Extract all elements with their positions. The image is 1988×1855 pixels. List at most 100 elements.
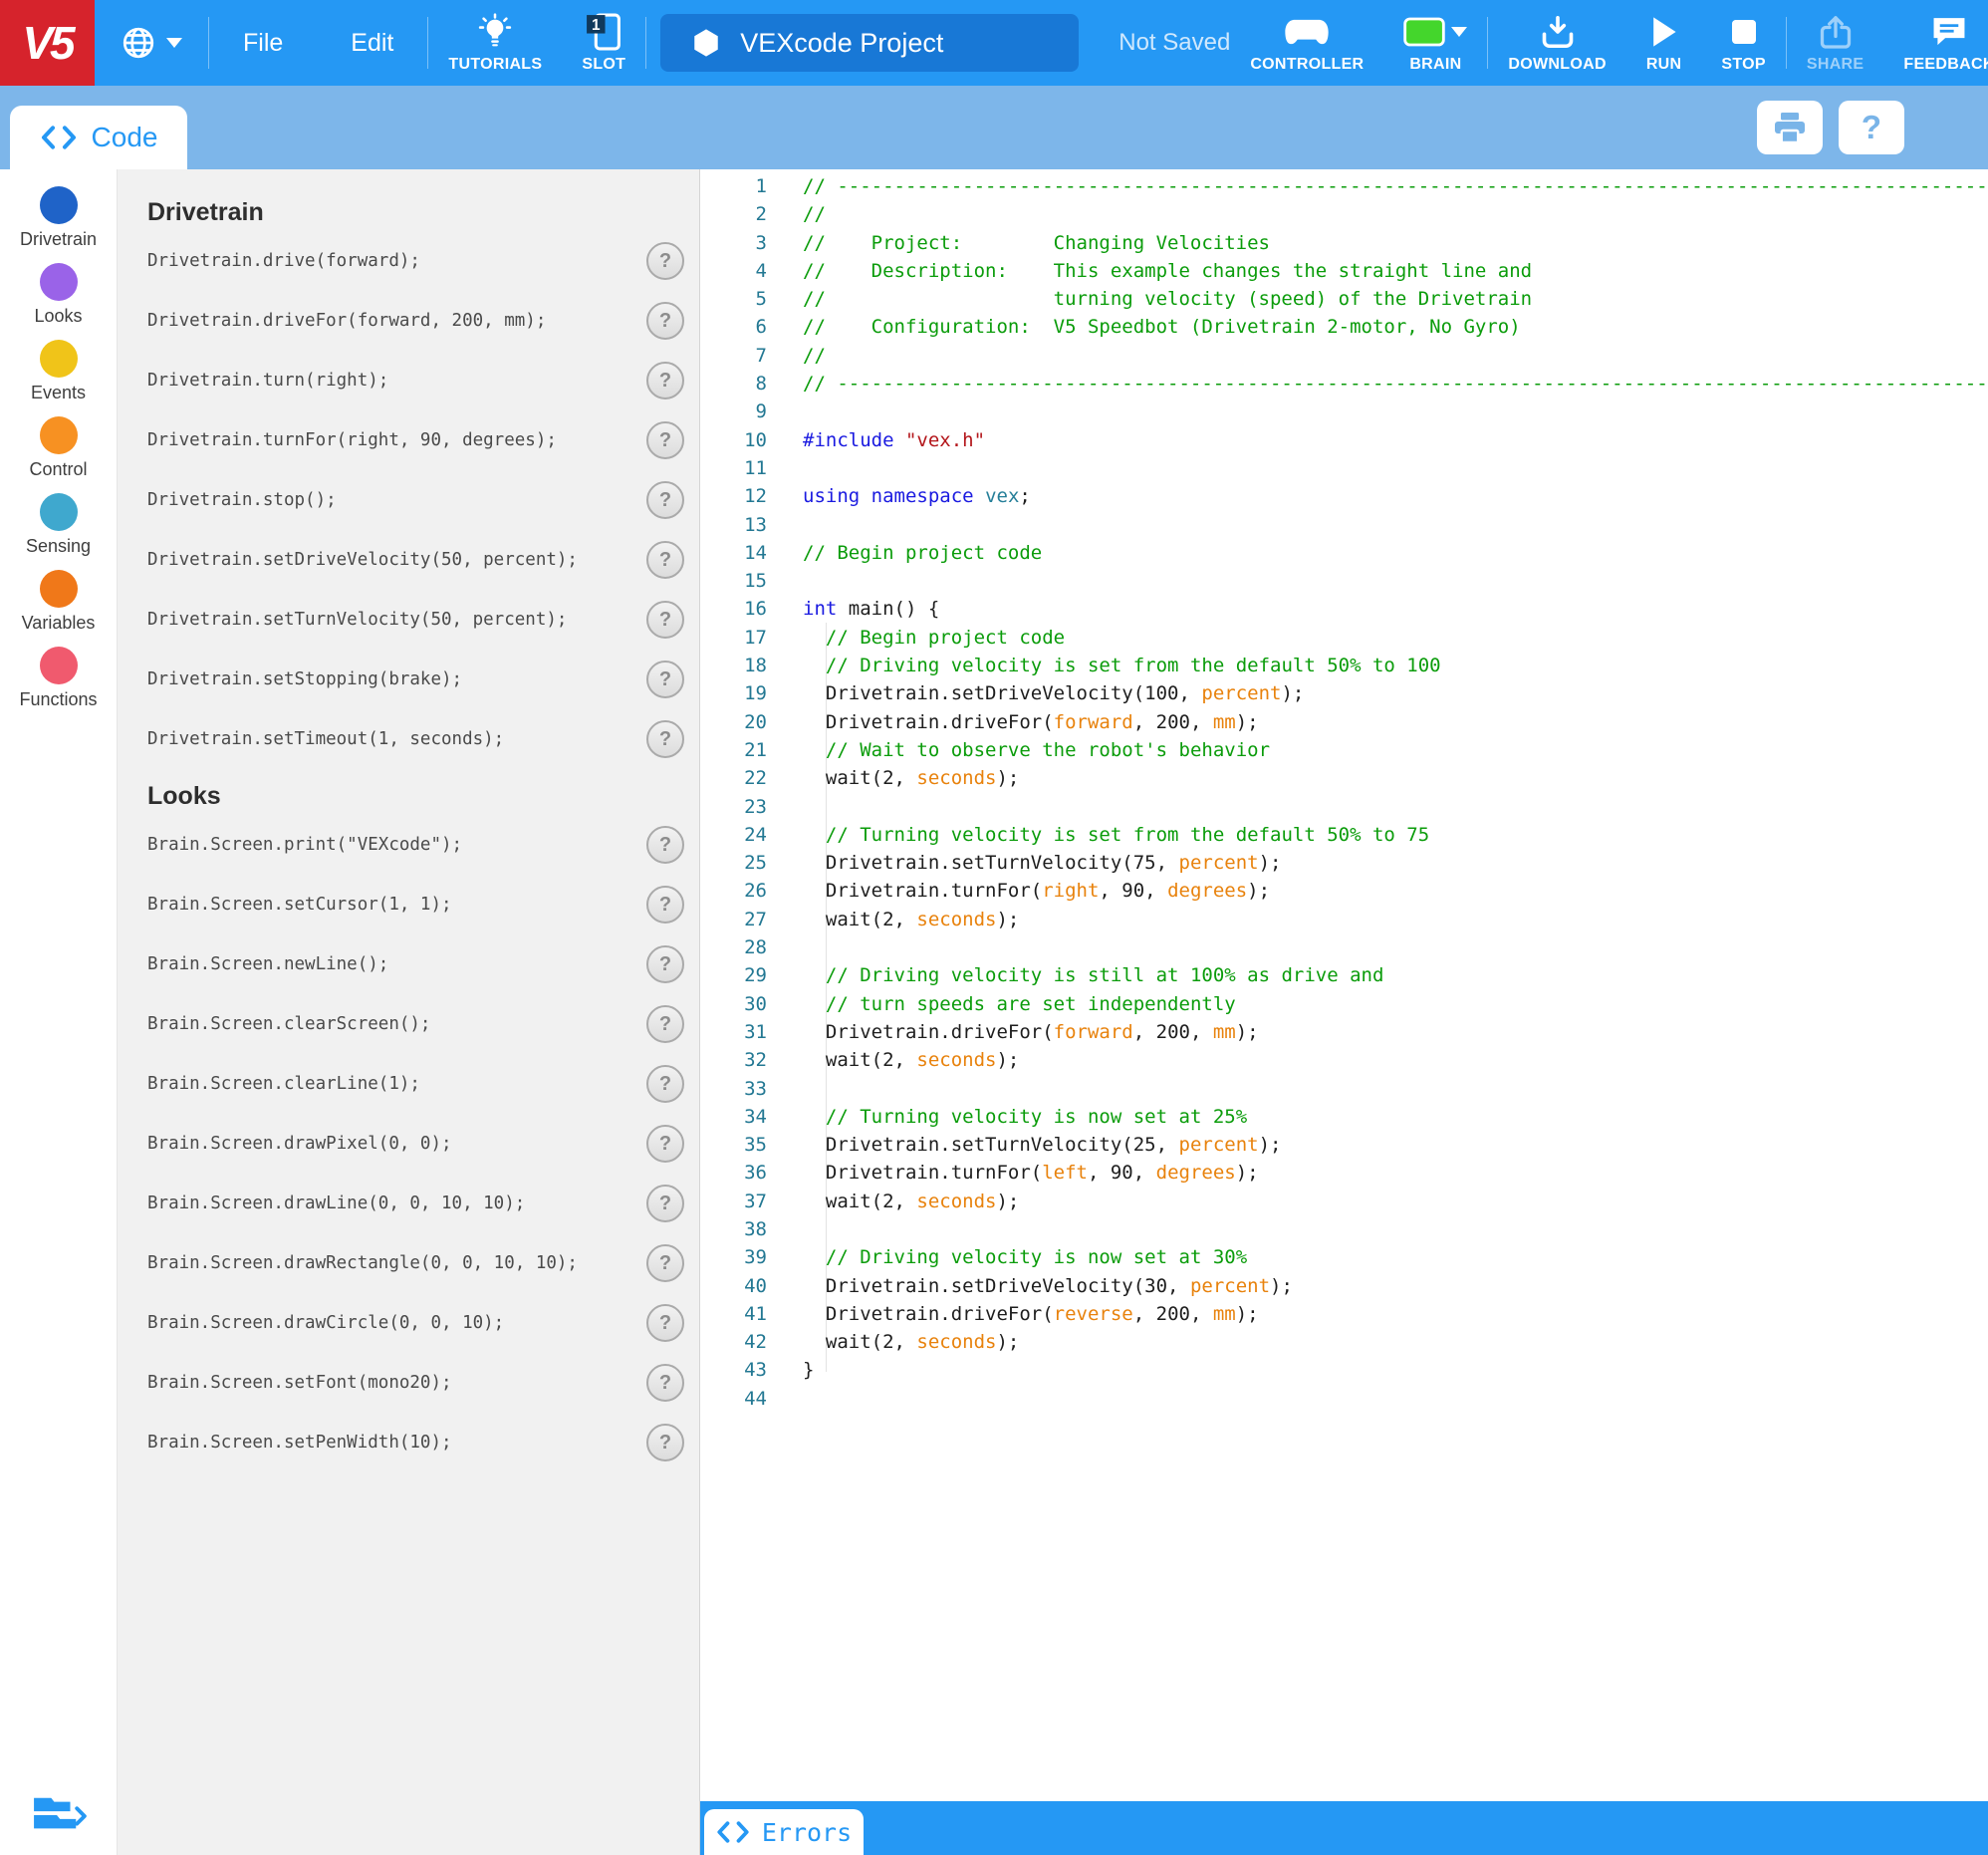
run-button[interactable]: RUN — [1626, 0, 1702, 86]
code-line[interactable]: 31 Drivetrain.driveFor(forward, 200, mm)… — [700, 1018, 1988, 1046]
code-line[interactable]: 22 wait(2, seconds); — [700, 764, 1988, 792]
code-line[interactable]: 34 // Turning velocity is now set at 25% — [700, 1103, 1988, 1131]
command-row[interactable]: Drivetrain.setDriveVelocity(50, percent)… — [118, 530, 699, 590]
code-line[interactable]: 17 // Begin project code — [700, 624, 1988, 652]
command-text[interactable]: Drivetrain.turn(right); — [147, 371, 388, 391]
command-text[interactable]: Drivetrain.turnFor(right, 90, degrees); — [147, 430, 557, 450]
tab-errors[interactable]: Errors — [704, 1809, 864, 1855]
command-text[interactable]: Brain.Screen.setPenWidth(10); — [147, 1433, 452, 1453]
code-line[interactable]: 8 // ------------------------------------… — [700, 370, 1988, 398]
command-help-button[interactable]: ? — [646, 1065, 684, 1103]
command-row[interactable]: Brain.Screen.drawRectangle(0, 0, 10, 10)… — [118, 1233, 699, 1293]
code-line[interactable]: 18 // Driving velocity is set from the d… — [700, 652, 1988, 679]
code-line[interactable]: 4 // Description: This example changes th… — [700, 257, 1988, 285]
code-line[interactable]: 1 // ------------------------------------… — [700, 172, 1988, 200]
slot-button[interactable]: 1 SLOT — [562, 0, 645, 86]
command-row[interactable]: Drivetrain.setTimeout(1, seconds);? — [118, 709, 699, 769]
sidebar-item-functions[interactable]: Functions — [0, 640, 117, 716]
code-line[interactable]: 19 Drivetrain.setDriveVelocity(100, perc… — [700, 679, 1988, 707]
code-line[interactable]: 42 wait(2, seconds); — [700, 1328, 1988, 1356]
brain-button[interactable]: BRAIN — [1383, 0, 1487, 86]
sidebar-item-sensing[interactable]: Sensing — [0, 486, 117, 563]
command-help-button[interactable]: ? — [646, 1005, 684, 1043]
code-line[interactable]: 3 // Project: Changing Velocities — [700, 229, 1988, 257]
command-help-button[interactable]: ? — [646, 661, 684, 698]
command-row[interactable]: Brain.Screen.print("VEXcode");? — [118, 815, 699, 875]
command-row[interactable]: Brain.Screen.drawCircle(0, 0, 10);? — [118, 1293, 699, 1353]
tutorials-button[interactable]: TUTORIALS — [428, 0, 562, 86]
code-line[interactable]: 33 — [700, 1075, 1988, 1103]
code-line[interactable]: 30 // turn speeds are set independently — [700, 990, 1988, 1018]
command-row[interactable]: Brain.Screen.setFont(mono20);? — [118, 1353, 699, 1413]
code-line[interactable]: 16 int main() { — [700, 595, 1988, 623]
command-text[interactable]: Brain.Screen.print("VEXcode"); — [147, 835, 462, 855]
code-line[interactable]: 37 wait(2, seconds); — [700, 1188, 1988, 1215]
blocks-toggle-button[interactable] — [30, 1792, 88, 1843]
command-row[interactable]: Drivetrain.turnFor(right, 90, degrees);? — [118, 410, 699, 470]
code-line[interactable]: 38 — [700, 1215, 1988, 1243]
command-help-button[interactable]: ? — [646, 1424, 684, 1461]
sidebar-item-looks[interactable]: Looks — [0, 256, 117, 333]
code-line[interactable]: 21 // Wait to observe the robot's behavi… — [700, 736, 1988, 764]
controller-button[interactable]: CONTROLLER — [1230, 0, 1383, 86]
command-text[interactable]: Drivetrain.driveFor(forward, 200, mm); — [147, 311, 546, 331]
command-text[interactable]: Brain.Screen.clearScreen(); — [147, 1014, 430, 1034]
command-row[interactable]: Brain.Screen.clearLine(1);? — [118, 1054, 699, 1114]
command-help-button[interactable]: ? — [646, 242, 684, 280]
command-text[interactable]: Brain.Screen.setCursor(1, 1); — [147, 895, 452, 915]
code-line[interactable]: 7 // — [700, 342, 1988, 370]
command-row[interactable]: Brain.Screen.drawLine(0, 0, 10, 10);? — [118, 1174, 699, 1233]
code-line[interactable]: 24 // Turning velocity is set from the d… — [700, 821, 1988, 849]
share-button[interactable]: SHARE — [1787, 0, 1884, 86]
command-help-button[interactable]: ? — [646, 601, 684, 639]
code-line[interactable]: 2 // — [700, 200, 1988, 228]
code-line[interactable]: 20 Drivetrain.driveFor(forward, 200, mm)… — [700, 708, 1988, 736]
command-text[interactable]: Brain.Screen.drawCircle(0, 0, 10); — [147, 1313, 504, 1333]
code-line[interactable]: 35 Drivetrain.setTurnVelocity(25, percen… — [700, 1131, 1988, 1159]
code-line[interactable]: 27 wait(2, seconds); — [700, 906, 1988, 933]
project-name-button[interactable]: VEXcode Project — [660, 14, 1080, 72]
code-line[interactable]: 39 // Driving velocity is now set at 30% — [700, 1243, 1988, 1271]
command-help-button[interactable]: ? — [646, 945, 684, 983]
command-help-button[interactable]: ? — [646, 1125, 684, 1163]
command-row[interactable]: Drivetrain.turn(right);? — [118, 351, 699, 410]
code-line[interactable]: 32 wait(2, seconds); — [700, 1046, 1988, 1074]
edit-menu[interactable]: Edit — [317, 0, 427, 86]
sidebar-item-control[interactable]: Control — [0, 409, 117, 486]
command-text[interactable]: Brain.Screen.drawRectangle(0, 0, 10, 10)… — [147, 1253, 578, 1273]
help-button[interactable]: ? — [1839, 101, 1904, 154]
sidebar-item-events[interactable]: Events — [0, 333, 117, 409]
command-text[interactable]: Brain.Screen.drawPixel(0, 0); — [147, 1134, 452, 1154]
command-help-button[interactable]: ? — [646, 362, 684, 399]
command-row[interactable]: Drivetrain.stop();? — [118, 470, 699, 530]
code-line[interactable]: 10 #include "vex.h" — [700, 426, 1988, 454]
command-help-button[interactable]: ? — [646, 826, 684, 864]
command-text[interactable]: Drivetrain.setTurnVelocity(50, percent); — [147, 610, 567, 630]
command-row[interactable]: Drivetrain.setStopping(brake);? — [118, 650, 699, 709]
command-text[interactable]: Drivetrain.stop(); — [147, 490, 337, 510]
command-text[interactable]: Brain.Screen.drawLine(0, 0, 10, 10); — [147, 1193, 525, 1213]
command-row[interactable]: Brain.Screen.clearScreen();? — [118, 994, 699, 1054]
command-text[interactable]: Brain.Screen.setFont(mono20); — [147, 1373, 452, 1393]
command-help-button[interactable]: ? — [646, 886, 684, 924]
command-text[interactable]: Brain.Screen.clearLine(1); — [147, 1074, 420, 1094]
code-line[interactable]: 43} — [700, 1356, 1988, 1384]
code-line[interactable]: 11 — [700, 454, 1988, 482]
command-help-button[interactable]: ? — [646, 1304, 684, 1342]
command-row[interactable]: Drivetrain.drive(forward);? — [118, 231, 699, 291]
command-text[interactable]: Drivetrain.drive(forward); — [147, 251, 420, 271]
sidebar-item-variables[interactable]: Variables — [0, 563, 117, 640]
command-help-button[interactable]: ? — [646, 541, 684, 579]
code-line[interactable]: 14 // Begin project code — [700, 539, 1988, 567]
stop-button[interactable]: STOP — [1701, 0, 1785, 86]
command-help-button[interactable]: ? — [646, 481, 684, 519]
code-line[interactable]: 26 Drivetrain.turnFor(right, 90, degrees… — [700, 877, 1988, 905]
download-button[interactable]: DOWNLOAD — [1488, 0, 1625, 86]
command-row[interactable]: Brain.Screen.setCursor(1, 1);? — [118, 875, 699, 934]
code-line[interactable]: 6 // Configuration: V5 Speedbot (Drivetra… — [700, 313, 1988, 341]
code-line[interactable]: 12 using namespace vex; — [700, 482, 1988, 510]
code-line[interactable]: 41 Drivetrain.driveFor(reverse, 200, mm)… — [700, 1300, 1988, 1328]
code-line[interactable]: 44 — [700, 1385, 1988, 1413]
command-help-button[interactable]: ? — [646, 1244, 684, 1282]
command-help-button[interactable]: ? — [646, 302, 684, 340]
